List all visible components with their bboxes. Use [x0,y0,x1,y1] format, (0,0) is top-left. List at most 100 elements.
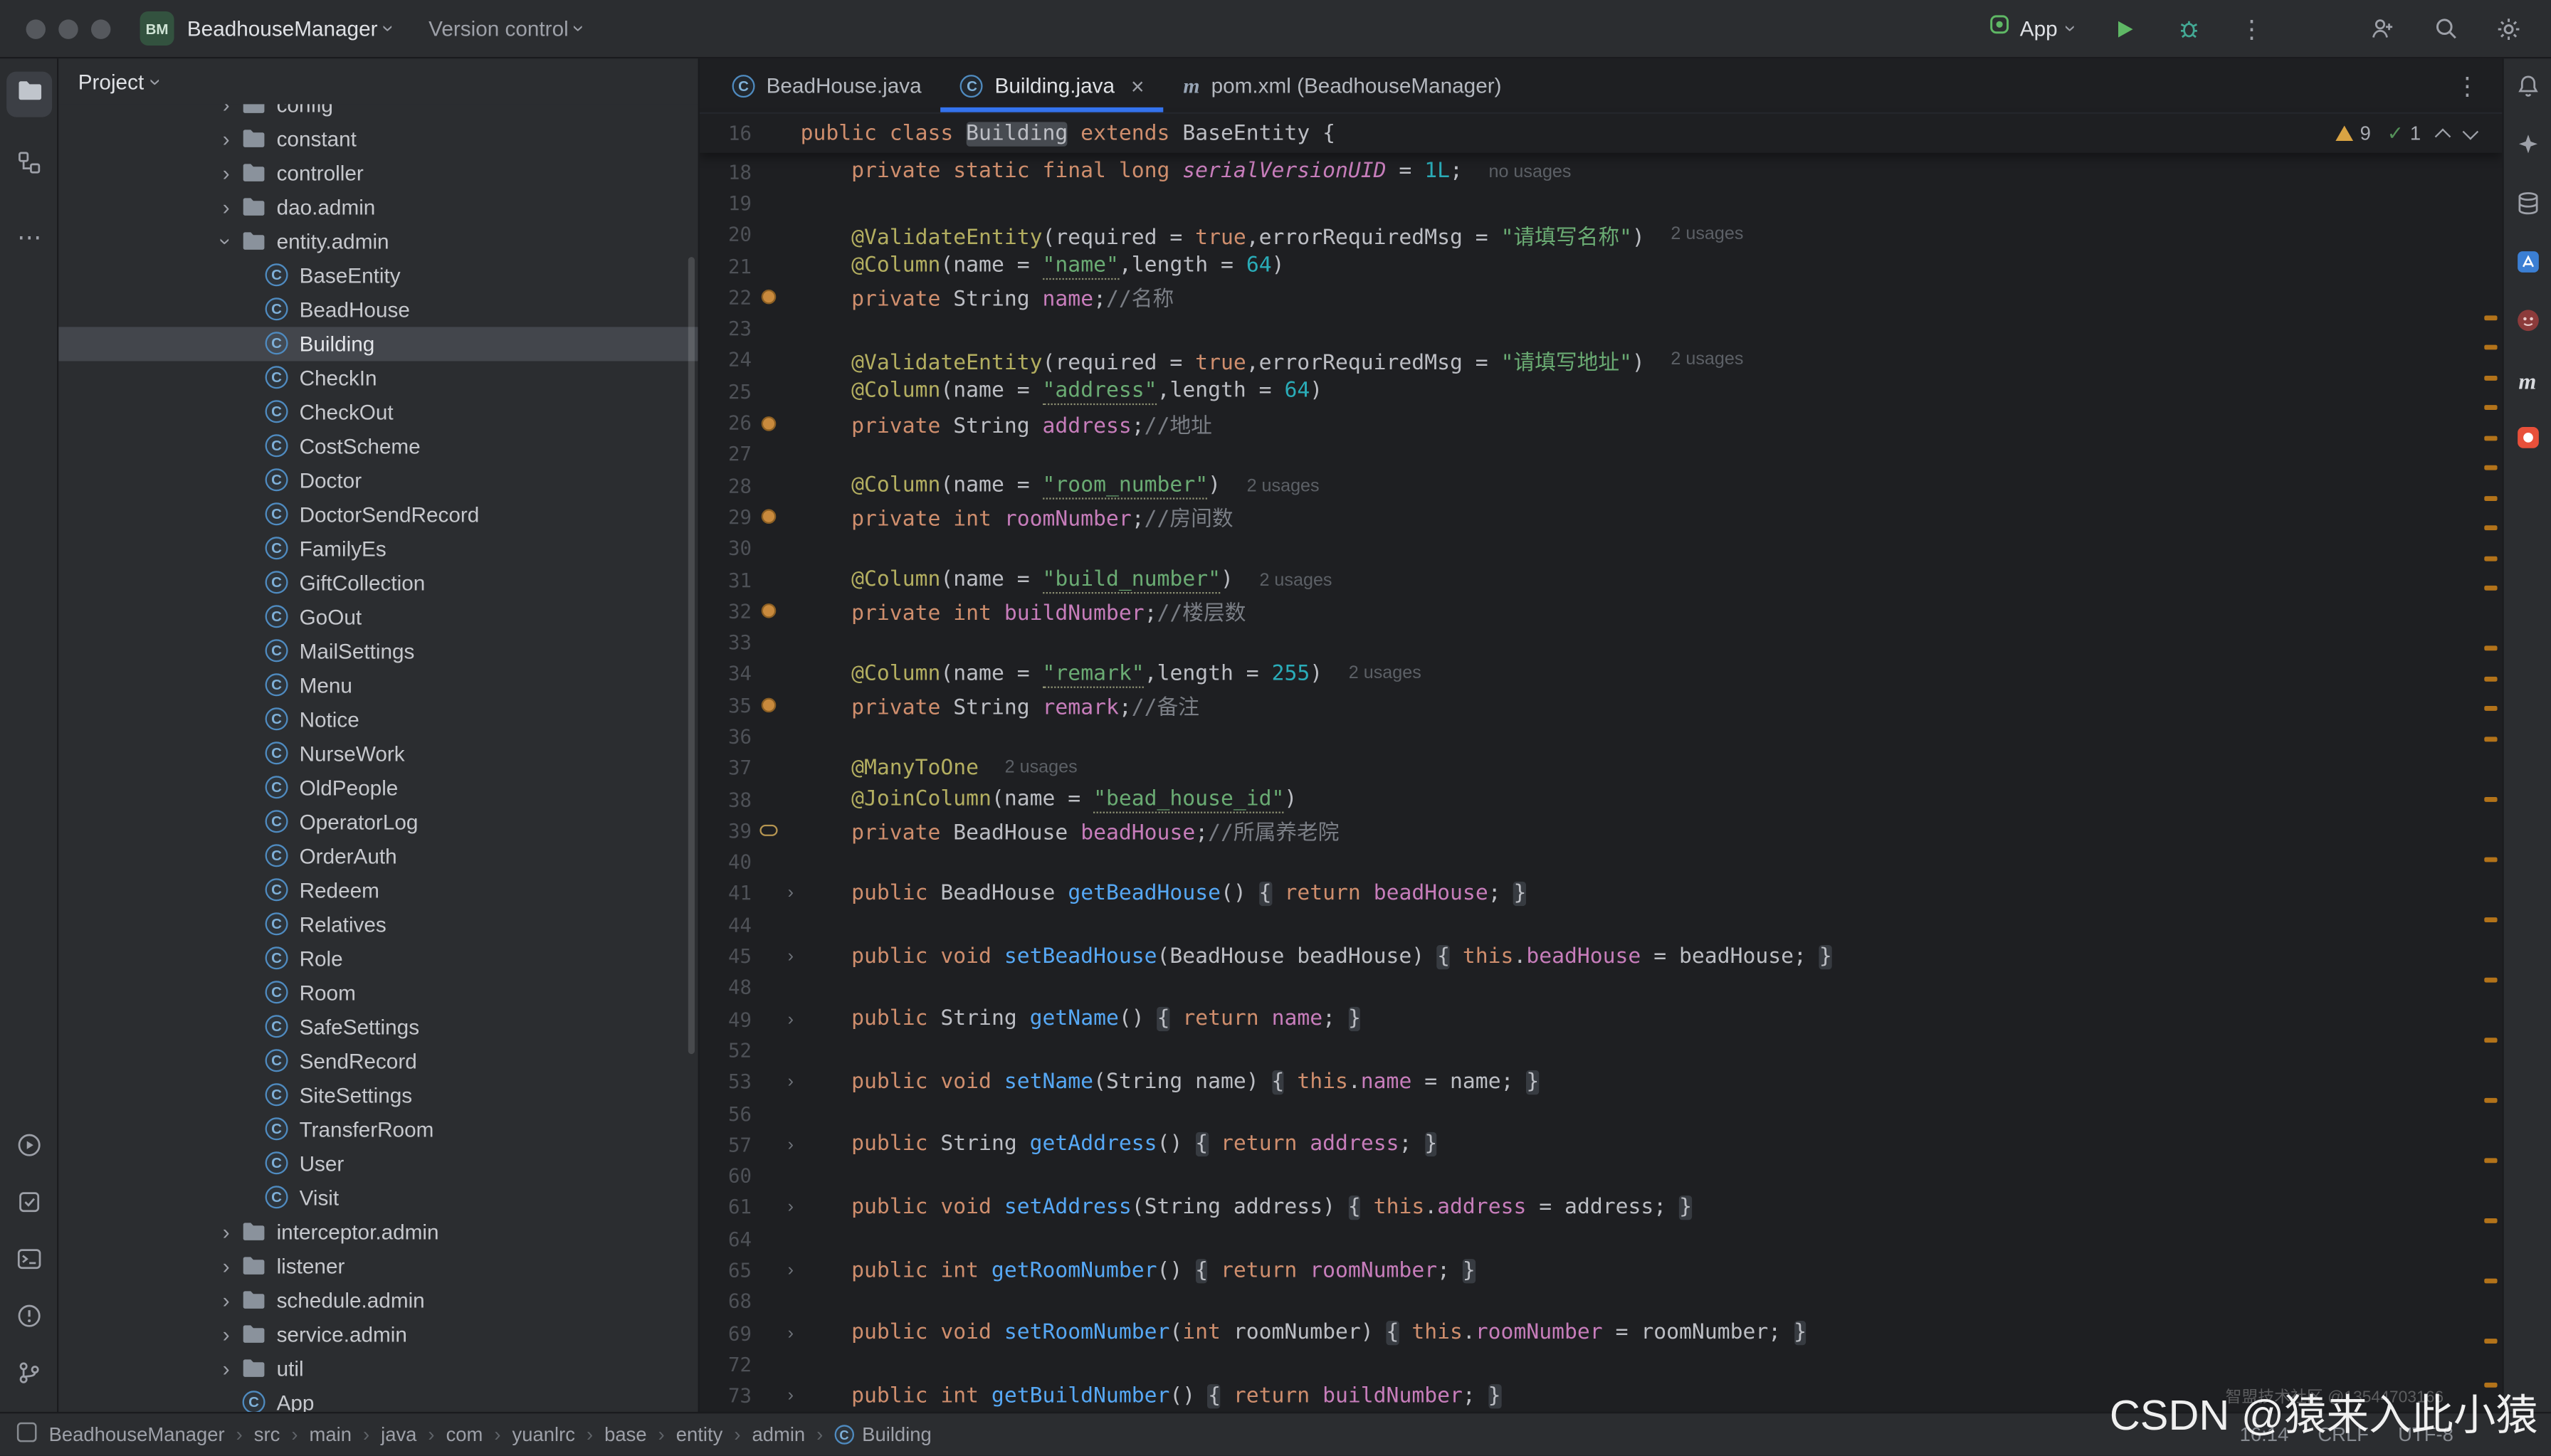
jpa-attribute-icon[interactable] [755,416,782,431]
tree-item-dao.admin[interactable]: ›dao.admin [58,189,698,223]
usages-inlay-hint[interactable]: 2 usages [1005,759,1078,778]
breadcrumb-item-base[interactable]: base [604,1423,646,1446]
chevron-collapsed-icon[interactable]: › [211,1322,241,1346]
tree-item-util[interactable]: ›util [58,1351,698,1385]
fold-collapsed-icon[interactable]: › [781,1198,800,1217]
jpa-attribute-icon[interactable] [755,604,782,619]
project-scrollbar[interactable] [688,257,695,1054]
tree-item-DoctorSendRecord[interactable]: CDoctorSendRecord [58,497,698,531]
usages-inlay-hint[interactable]: 2 usages [1671,350,1743,369]
terminal-tool-button[interactable] [6,1240,52,1285]
maven-button[interactable]: m [2510,364,2545,400]
inspections-widget[interactable]: 9 ✓ 1 [2334,114,2476,153]
tree-item-App[interactable]: CApp [58,1385,698,1412]
project-panel-header[interactable]: Project › [58,58,698,104]
chevron-collapsed-icon[interactable]: › [211,126,241,150]
breadcrumb-item-entity[interactable]: entity [676,1423,723,1446]
code-with-me-button[interactable] [2362,9,2402,48]
tree-item-Notice[interactable]: CNotice [58,702,698,736]
fold-collapsed-icon[interactable]: › [781,1010,800,1029]
chevron-collapsed-icon[interactable]: › [211,104,241,116]
chevron-expanded-icon[interactable]: › [214,226,238,255]
tree-item-config[interactable]: ›config [58,104,698,121]
tree-item-User[interactable]: CUser [58,1146,698,1180]
tree-item-Building[interactable]: CBuilding [58,326,698,360]
vcs-widget[interactable]: Version control › [428,16,584,41]
structure-tool-button[interactable] [6,143,52,189]
tree-item-Room[interactable]: CRoom [58,975,698,1009]
project-switcher[interactable]: BeadhouseManager › [187,16,393,41]
tree-item-Redeem[interactable]: CRedeem [58,872,698,907]
breadcrumb-item-src[interactable]: src [254,1423,280,1446]
problems-tool-button[interactable] [6,1297,52,1342]
error-stripe[interactable] [2479,58,2502,1412]
breadcrumb-item-yuanlrc[interactable]: yuanlrc [512,1423,575,1446]
next-problem-button[interactable] [2463,123,2479,139]
breadcrumb-item-BeadhouseManager[interactable]: BeadhouseManager [49,1423,225,1446]
previous-problem-button[interactable] [2435,127,2451,144]
tree-item-OldPeople[interactable]: COldPeople [58,770,698,804]
debug-button[interactable] [2169,9,2208,48]
settings-button[interactable] [2489,9,2528,48]
tree-item-CheckIn[interactable]: CCheckIn [58,360,698,394]
close-icon[interactable]: × [1131,73,1145,99]
usages-inlay-hint[interactable]: 2 usages [1259,570,1332,589]
usages-inlay-hint[interactable]: 2 usages [1247,476,1320,495]
ai-assistant-button[interactable] [2510,130,2545,166]
tree-item-Role[interactable]: CRole [58,941,698,975]
usages-inlay-hint[interactable]: 2 usages [1349,664,1421,683]
chevron-collapsed-icon[interactable]: › [211,194,241,218]
version-control-tool-button[interactable] [6,1354,52,1399]
tree-item-OperatorLog[interactable]: COperatorLog [58,804,698,838]
fold-collapsed-icon[interactable]: › [781,1135,800,1154]
run-button[interactable] [2105,9,2145,48]
tree-item-Doctor[interactable]: CDoctor [58,463,698,497]
run-tool-button[interactable] [6,1126,52,1171]
jpa-attribute-icon[interactable] [755,290,782,305]
tree-item-controller[interactable]: ›controller [58,155,698,189]
tree-item-CostScheme[interactable]: CCostScheme [58,428,698,463]
fold-collapsed-icon[interactable]: › [781,1260,800,1280]
warnings-counter[interactable]: 9 [2334,122,2371,144]
fold-collapsed-icon[interactable]: › [781,1386,800,1405]
code-area[interactable]: 18 private static final long serialVersi… [700,156,2503,1412]
red-plugin-button[interactable] [2510,306,2545,342]
translate-plugin-button[interactable] [2510,247,2545,283]
tree-item-Relatives[interactable]: CRelatives [58,907,698,941]
tree-item-OrderAuth[interactable]: COrderAuth [58,838,698,872]
tab-pom.xml[interactable]: mpom.xml (BeadhouseManager) [1164,58,1521,112]
fold-collapsed-icon[interactable]: › [781,1324,800,1343]
fold-collapsed-icon[interactable]: › [781,946,800,966]
breadcrumb-item-com[interactable]: com [446,1423,483,1446]
jpa-attribute-icon[interactable] [755,698,782,713]
database-button[interactable] [2510,189,2545,224]
window-zoom-button[interactable] [91,19,110,38]
tree-item-GoOut[interactable]: CGoOut [58,599,698,633]
window-minimize-button[interactable] [58,19,78,38]
run-configuration-selector[interactable]: App › [1987,13,2074,43]
chevron-collapsed-icon[interactable]: › [211,1253,241,1277]
tree-item-BaseEntity[interactable]: CBaseEntity [58,258,698,292]
more-actions-button[interactable]: ⋮ [2232,9,2271,48]
notifications-button[interactable] [2510,72,2545,107]
tree-item-Visit[interactable]: CVisit [58,1180,698,1214]
tree-item-TransferRoom[interactable]: CTransferRoom [58,1112,698,1146]
chevron-collapsed-icon[interactable]: › [211,1287,241,1312]
project-tree[interactable]: ›config›constant›controller›dao.admin›en… [58,104,698,1412]
editor-tab-options-button[interactable]: ⋮ [2455,58,2479,114]
fold-collapsed-icon[interactable]: › [781,1072,800,1092]
jpa-relation-icon[interactable] [755,825,782,837]
tree-item-listener[interactable]: ›listener [58,1248,698,1282]
chevron-collapsed-icon[interactable]: › [211,1356,241,1380]
tree-item-interceptor.admin[interactable]: ›interceptor.admin [58,1214,698,1248]
jpa-attribute-icon[interactable] [755,510,782,524]
tree-item-SendRecord[interactable]: CSendRecord [58,1043,698,1077]
orange-plugin-button[interactable] [2510,423,2545,458]
breadcrumb-item-Building[interactable]: CBuilding [834,1423,931,1446]
tree-item-SiteSettings[interactable]: CSiteSettings [58,1077,698,1112]
fold-collapsed-icon[interactable]: › [781,884,800,903]
search-everywhere-button[interactable] [2426,9,2465,48]
editor-area[interactable]: CBeadHouse.javaCBuilding.java×mpom.xml (… [700,58,2503,1412]
tab-Building.java[interactable]: CBuilding.java× [941,58,1164,112]
window-close-button[interactable] [26,19,46,38]
